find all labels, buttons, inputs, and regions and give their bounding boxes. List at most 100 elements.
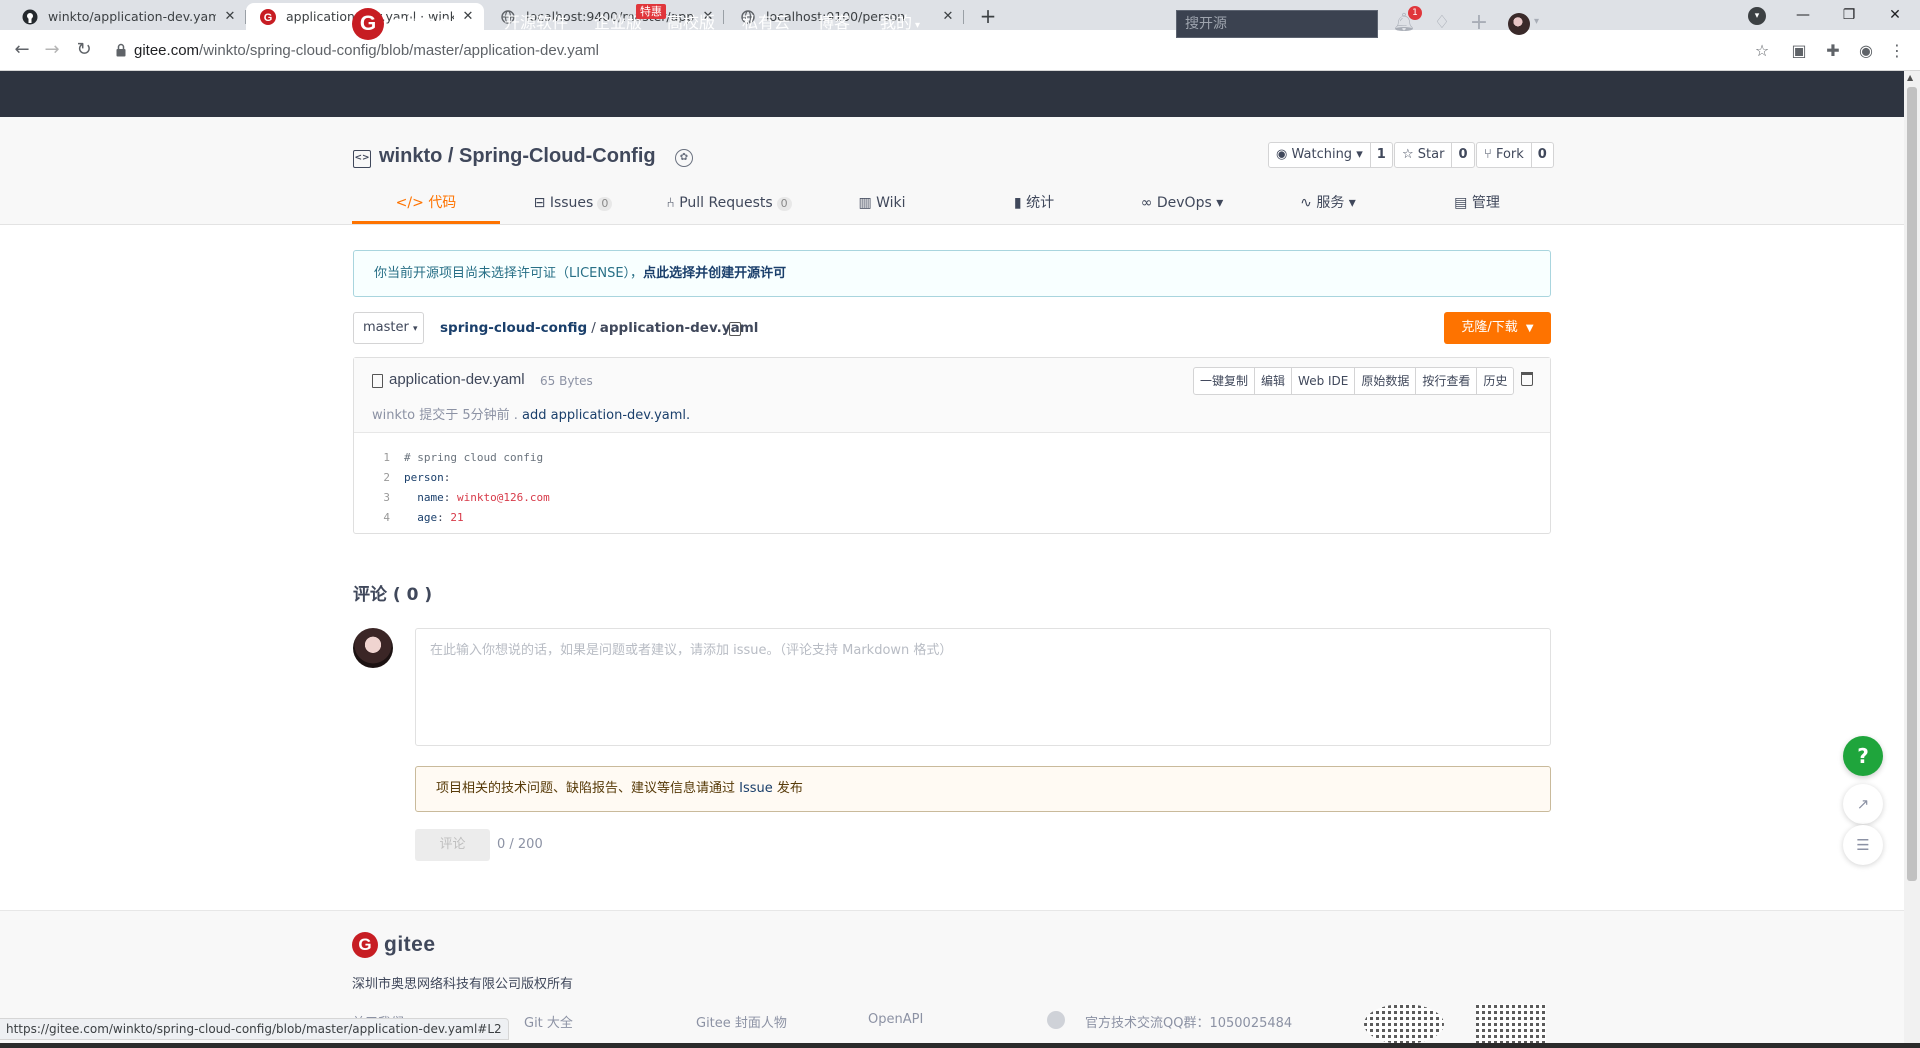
tab-devops[interactable]: ∞ DevOps ▾ [1136,190,1228,224]
line-number[interactable]: 1 [354,448,390,468]
minimize-icon[interactable]: — [1780,3,1826,27]
line-number[interactable]: 4 [354,508,390,528]
tab-wiki-label: Wiki [876,195,906,211]
tab-pull-requests[interactable]: ⑃ Pull Requests 0 [660,190,798,224]
web-ide-button[interactable]: Web IDE [1292,368,1356,394]
scrollbar-thumb[interactable] [1907,87,1917,881]
plus-icon[interactable]: + [1467,11,1491,35]
line-number[interactable]: 3 [354,488,390,508]
tab-services[interactable]: ∿ 服务 ▾ [1296,190,1360,224]
line-number[interactable]: 2 [354,468,390,488]
qq-icon [1047,1011,1065,1029]
tab-pr-label: Pull Requests [679,195,773,211]
bookmark-star-icon[interactable]: ☆ [1751,40,1773,62]
star-button[interactable]: ☆ Star [1395,143,1453,167]
feedback-icon[interactable]: ☰ [1843,825,1883,865]
qr-code-icon [1476,1004,1546,1044]
footer-link-git[interactable]: Git 大全 [524,1012,573,1031]
fork-count[interactable]: 0 [1532,143,1553,167]
clone-download-button[interactable]: 克隆/下载 ▼ [1444,312,1551,344]
window-close-icon[interactable]: ✕ [1872,3,1918,27]
help-icon[interactable]: ? [1843,736,1883,776]
browser-toolbar: ← → ↻ gitee.com/winkto/spring-cloud-conf… [0,30,1920,71]
share-icon[interactable]: ↗ [1843,784,1883,824]
reload-icon[interactable]: ↻ [72,38,96,62]
delete-file-icon[interactable] [1521,372,1533,386]
edit-button[interactable]: 编辑 [1255,368,1293,394]
watch-button-group: ◉ Watching ▾ 1 [1268,142,1393,168]
breadcrumb: spring-cloud-config / application-dev.yaml [440,320,758,336]
raw-button[interactable]: 原始数据 [1355,368,1417,394]
code-icon: </> [395,195,429,211]
tab-services-label: 服务 [1316,195,1345,211]
submit-comment-button[interactable]: 评论 [415,829,490,861]
forward-icon[interactable]: → [40,38,64,62]
file-viewer: application-dev.yaml 65 Bytes winkto 提交于… [353,357,1551,534]
gitee-logo-text: gitee [391,9,452,38]
browser-tab[interactable]: winkto/application-dev.yaml a ✕ [8,3,246,30]
new-tab-icon[interactable]: + [976,5,1000,29]
blame-button[interactable]: 按行查看 [1416,368,1478,394]
project-title[interactable]: winkto / Spring-Cloud-Config [379,145,656,168]
nav-open-source[interactable]: 开源软件 [504,0,568,46]
watch-count[interactable]: 1 [1371,143,1392,167]
tab-code[interactable]: </> 代码 [352,190,500,224]
char-counter: 0 / 200 [497,837,543,852]
branch-select[interactable]: master ▾ [353,312,424,344]
create-license-link[interactable]: 点此选择并创建开源许可 [643,266,786,281]
site-search-input[interactable]: 搜开源 [1176,10,1378,38]
nav-mine[interactable]: 我的 ▾ [880,0,920,46]
extension-icon[interactable]: ▣ [1788,40,1810,62]
copy-path-icon[interactable] [729,322,741,336]
gitee-logo-icon: G [352,8,384,40]
issue-link[interactable]: Issue [739,781,773,796]
issues-icon: ⊟ [533,195,550,211]
chevron-down-icon[interactable]: ▾ [1534,16,1539,27]
user-avatar[interactable] [1508,13,1530,35]
copy-all-button[interactable]: 一键复制 [1194,368,1256,394]
account-icon[interactable]: ◉ [1855,40,1877,62]
lightbulb-icon[interactable]: ♢ [1430,11,1454,35]
code-content: person: [390,468,450,488]
tab-stats[interactable]: ▮ 统计 [1004,190,1064,224]
menu-icon[interactable]: ⋮ [1886,40,1908,62]
nav-private-cloud[interactable]: 私有云 [742,0,790,46]
restore-icon[interactable]: ❐ [1826,3,1872,27]
lock-icon [116,43,126,57]
yaml-sep: : [443,491,457,504]
back-icon[interactable]: ← [10,38,34,62]
close-tab-icon[interactable]: ✕ [460,9,476,24]
file-action-buttons: 一键复制 编辑 Web IDE 原始数据 按行查看 历史 [1193,367,1515,395]
tab-wiki[interactable]: ▥ Wiki [852,190,912,224]
tab-devops-label: DevOps [1156,195,1212,211]
watch-button[interactable]: ◉ Watching ▾ [1269,143,1371,167]
breadcrumb-repo[interactable]: spring-cloud-config [440,320,587,336]
license-text: 你当前开源项目尚未选择许可证（LICENSE）， [374,266,644,281]
nav-enterprise[interactable]: 企业版 [594,0,642,46]
history-button[interactable]: 历史 [1477,368,1513,394]
puzzle-icon[interactable]: ✚ [1822,40,1844,62]
gitee-logo[interactable]: G gitee [352,8,452,40]
nav-blog[interactable]: 博客 [818,0,850,46]
footer-link-cover[interactable]: Gitee 封面人物 [696,1012,787,1031]
fork-button[interactable]: ⑂ Fork [1477,143,1532,167]
notice-suffix: 发布 [776,781,803,796]
chevron-down-icon: ▾ [915,20,921,31]
footer-link-openapi[interactable]: OpenAPI [868,1012,923,1027]
recommend-medal-icon[interactable]: ✿ [675,149,693,167]
commit-message-link[interactable]: add application-dev.yaml. [522,408,690,423]
close-tab-icon[interactable]: ✕ [222,9,238,24]
code-content: age: 21 [390,508,463,528]
scroll-up-icon[interactable]: ▲ [1907,73,1913,82]
tab-issues[interactable]: ⊟ Issues 0 [520,190,626,224]
nav-education[interactable]: 高校版 [667,0,715,46]
tab-search-icon[interactable]: ▾ [1748,7,1766,25]
file-size: 65 Bytes [540,374,593,388]
footer-logo[interactable]: G gitee [352,932,436,958]
comment-input[interactable]: 在此输入你想说的话，如果是问题或者建议，请添加 issue。（评论支持 Mark… [415,628,1551,746]
star-count[interactable]: 0 [1452,143,1473,167]
tab-manage[interactable]: ▤ 管理 [1452,190,1502,224]
close-tab-icon[interactable]: ✕ [940,9,956,24]
pr-count: 0 [776,197,792,211]
eye-icon: ◉ [1276,147,1292,162]
